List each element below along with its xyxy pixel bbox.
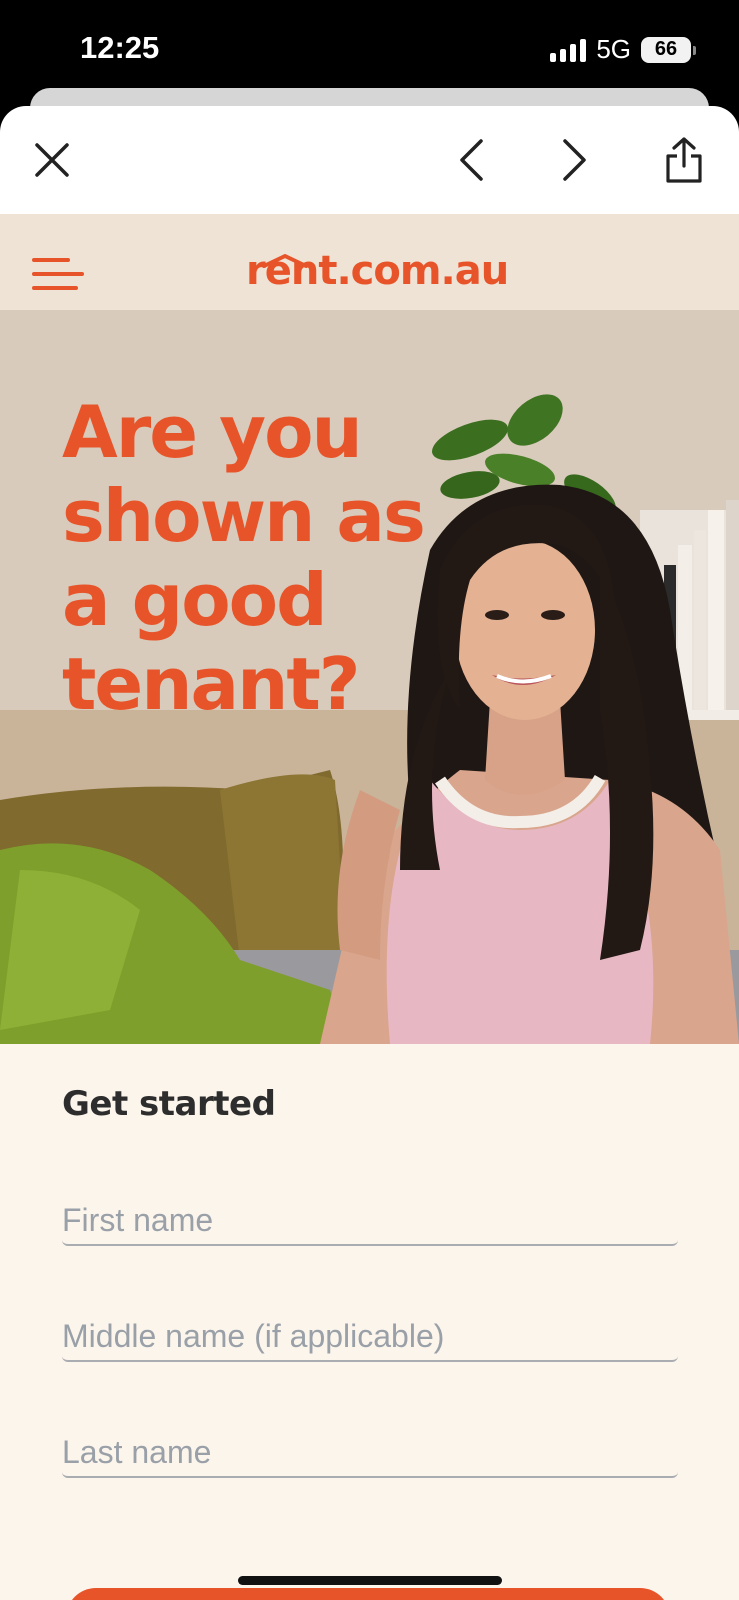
status-time: 12:25 — [80, 30, 160, 65]
web-page: rent.com.au Are you shown as a good tena… — [0, 214, 739, 1600]
close-button[interactable] — [26, 134, 78, 186]
first-name-field[interactable] — [62, 1196, 678, 1246]
last-name-field[interactable] — [62, 1428, 678, 1478]
hero-heading-line: a good — [62, 558, 328, 642]
share-icon — [666, 137, 702, 183]
hero-heading-line: tenant? — [62, 642, 361, 726]
hamburger-menu-icon[interactable] — [32, 258, 84, 300]
middle-name-field[interactable] — [62, 1312, 678, 1362]
submit-button[interactable] — [66, 1588, 670, 1600]
chevron-left-icon — [460, 139, 483, 181]
last-name-input[interactable] — [62, 1428, 678, 1476]
site-logo[interactable]: rent.com.au — [246, 248, 509, 294]
form-heading: Get started — [62, 1084, 276, 1124]
battery-icon: 66 — [641, 36, 696, 63]
first-name-input[interactable] — [62, 1196, 678, 1244]
chevron-right-icon — [563, 139, 586, 181]
close-icon — [35, 143, 69, 177]
network-type: 5G — [596, 34, 631, 64]
site-header: rent.com.au — [0, 214, 739, 310]
home-indicator — [238, 1576, 502, 1585]
middle-name-input[interactable] — [62, 1312, 678, 1360]
share-button[interactable] — [658, 134, 710, 186]
signal-icon — [550, 38, 587, 62]
hero-heading: Are you shown as a good tenant? — [62, 390, 426, 726]
forward-button[interactable] — [548, 134, 600, 186]
battery-level: 66 — [654, 38, 678, 60]
browser-toolbar — [0, 106, 739, 214]
status-indicators: 5G 66 — [550, 34, 696, 65]
hero-heading-line: Are you — [62, 390, 363, 474]
hero-heading-line: shown as — [62, 474, 426, 558]
hero-banner: Are you shown as a good tenant? — [0, 310, 739, 1044]
back-button[interactable] — [446, 134, 498, 186]
status-bar: 12:25 5G 66 — [0, 0, 739, 100]
